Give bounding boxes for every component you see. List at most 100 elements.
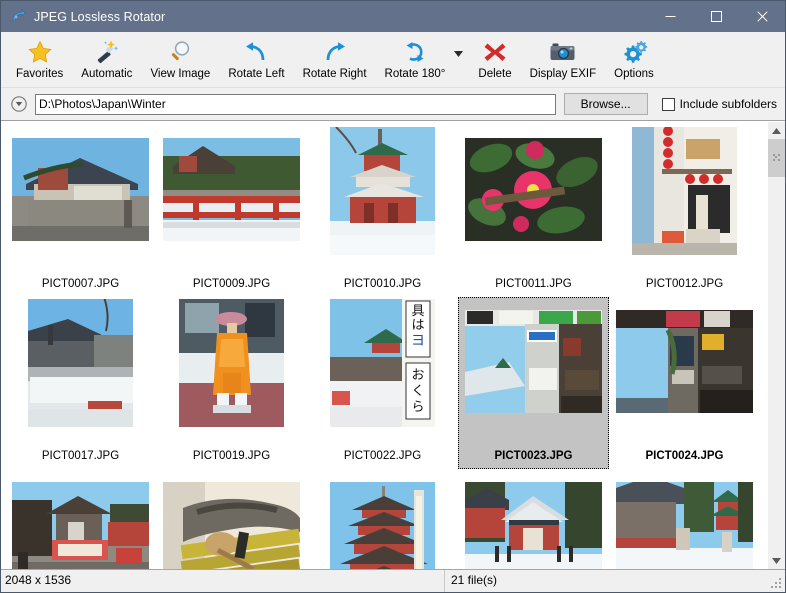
toolbar-label: Favorites [16,68,63,80]
thumbnail-filename: PICT0017.JPG [42,450,119,462]
thumbnail-image [163,471,300,569]
thumbnail-item[interactable]: PICT0010.JPG [307,125,458,297]
scroll-down-button[interactable] [768,552,785,569]
thumbnail-filename: PICT0010.JPG [344,278,421,290]
toolbar-label: Rotate Left [228,68,284,80]
include-subfolders-label: Include subfolders [680,97,777,111]
window-title: JPEG Lossless Rotator [34,10,647,24]
thumbnail-image [465,471,602,569]
thumbnail-grid: PICT0007.JPG PICT0009.JPG PICT0010.JPG [1,125,767,569]
toolbar-label: Display EXIF [530,68,596,80]
thumbnail-image [163,299,300,429]
include-subfolders-control[interactable]: Include subfolders [662,97,777,111]
toolbar-button-display-exif[interactable]: Display EXIF [521,32,605,88]
rotate-left-icon [243,38,269,66]
toolbar-label: Rotate Right [303,68,367,80]
app-rotator-icon [10,9,26,25]
status-file-count: 21 file(s) [445,570,785,592]
toolbar-label: Automatic [81,68,132,80]
thumbnail-filename: PICT0019.JPG [193,450,270,462]
svg-text:は: は [411,318,424,333]
svg-text:ら: ら [411,400,424,415]
scrollbar-thumb[interactable] [768,139,785,177]
thumbnail-image: 具 は ヨ お く ら [314,299,451,429]
minimize-button[interactable] [647,1,693,32]
thumbnail-item[interactable]: PICT0007.JPG [5,125,156,297]
thumbnail-item[interactable]: PICT0023.JPG [458,297,609,469]
thumbnail-item[interactable] [458,469,609,569]
thumbnail-image [12,127,149,257]
thumbnail-image [12,471,149,569]
resize-grip-icon[interactable] [771,578,783,590]
include-subfolders-checkbox[interactable] [662,98,675,111]
thumbnail-item[interactable]: PICT0019.JPG [156,297,307,469]
thumbnail-item[interactable]: 具 は ヨ お く ら PICT0022.JPG [307,297,458,469]
scrollbar-track[interactable] [768,139,785,552]
app-window: JPEG Lossless Rotator Favorites [0,0,786,593]
thumbnail-filename: PICT0024.JPG [646,450,724,462]
thumbnail-item[interactable] [307,469,458,569]
history-clock-icon[interactable] [9,95,28,114]
thumbnail-image [12,299,149,429]
status-dimensions: 2048 x 1536 [1,570,445,592]
toolbar: Favorites Automatic [1,32,785,88]
thumbnail-item[interactable]: PICT0012.JPG [609,125,760,297]
toolbar-button-rotate-right[interactable]: Rotate Right [294,32,376,88]
path-input[interactable] [35,94,556,115]
camera-icon [549,38,577,66]
thumbnail-filename: PICT0007.JPG [42,278,119,290]
thumbnail-image [163,127,300,257]
thumbnail-image [616,299,753,429]
thumbnail-item[interactable]: PICT0011.JPG [458,125,609,297]
rotate-right-icon [322,38,348,66]
vertical-scrollbar[interactable] [767,122,785,569]
gears-icon [620,38,648,66]
svg-text:お: お [411,368,424,383]
path-bar: Browse... Include subfolders [1,88,785,121]
toolbar-button-rotate-left[interactable]: Rotate Left [219,32,293,88]
thumbnail-scroll-area[interactable]: PICT0007.JPG PICT0009.JPG PICT0010.JPG [1,122,767,569]
thumbnail-item[interactable]: PICT0017.JPG [5,297,156,469]
magic-wand-icon [94,38,120,66]
maximize-button[interactable] [693,1,739,32]
red-cross-icon [482,38,508,66]
toolbar-button-delete[interactable]: Delete [469,32,520,88]
thumbnail-item[interactable]: PICT0009.JPG [156,125,307,297]
toolbar-label: Delete [478,68,511,80]
thumbnail-image [616,471,753,569]
star-icon [27,38,53,66]
svg-text:ヨ: ヨ [411,333,425,349]
svg-text:具: 具 [411,304,424,319]
thumbnail-item[interactable]: PICT0024.JPG [609,297,760,469]
rotate-180-icon [402,38,428,66]
toolbar-label: Options [614,68,654,80]
status-bar: 2048 x 1536 21 file(s) [1,569,785,592]
svg-text:く: く [411,384,424,399]
toolbar-button-favorites[interactable]: Favorites [7,32,72,88]
thumbnail-image [465,299,602,429]
thumbnail-item[interactable] [5,469,156,569]
magnifier-icon [167,38,193,66]
close-button[interactable] [739,1,785,32]
thumbnail-item[interactable] [609,469,760,569]
toolbar-label: Rotate 180° [385,68,446,80]
toolbar-button-automatic[interactable]: Automatic [72,32,141,88]
toolbar-button-options[interactable]: Options [605,32,663,88]
thumbnail-filename: PICT0009.JPG [193,278,270,290]
toolbar-label: View Image [150,68,210,80]
scroll-up-button[interactable] [768,122,785,139]
thumbnail-filename: PICT0022.JPG [344,450,421,462]
thumbnail-filename: PICT0023.JPG [495,450,573,462]
rotate-dropdown-button[interactable] [454,32,469,88]
window-controls [647,1,785,32]
thumbnail-item[interactable] [156,469,307,569]
title-bar: JPEG Lossless Rotator [1,1,785,32]
toolbar-button-view-image[interactable]: View Image [141,32,219,88]
browse-button[interactable]: Browse... [564,93,648,115]
thumbnail-filename: PICT0011.JPG [495,278,572,290]
chevron-down-icon [454,44,463,62]
thumbnail-image [616,127,753,257]
scrollbar-grip-icon [773,154,780,161]
toolbar-button-rotate-180[interactable]: Rotate 180° [376,32,455,88]
thumbnail-image [314,127,451,257]
